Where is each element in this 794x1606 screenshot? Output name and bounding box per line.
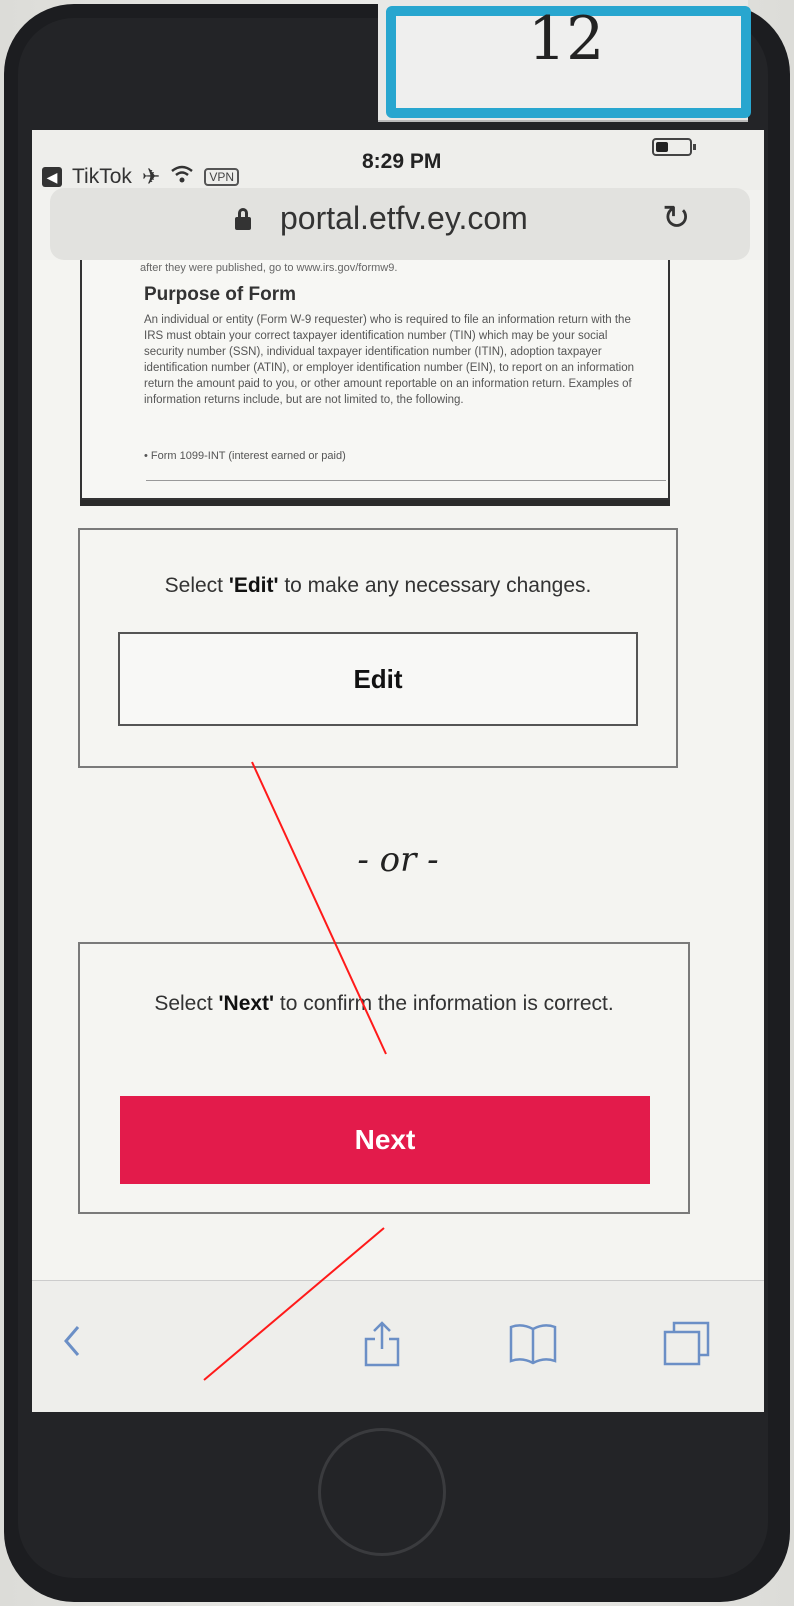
annotation-line-1 [251,761,387,1055]
red-annotation-lines [203,761,387,1381]
annotation-line-2 [203,1227,385,1381]
